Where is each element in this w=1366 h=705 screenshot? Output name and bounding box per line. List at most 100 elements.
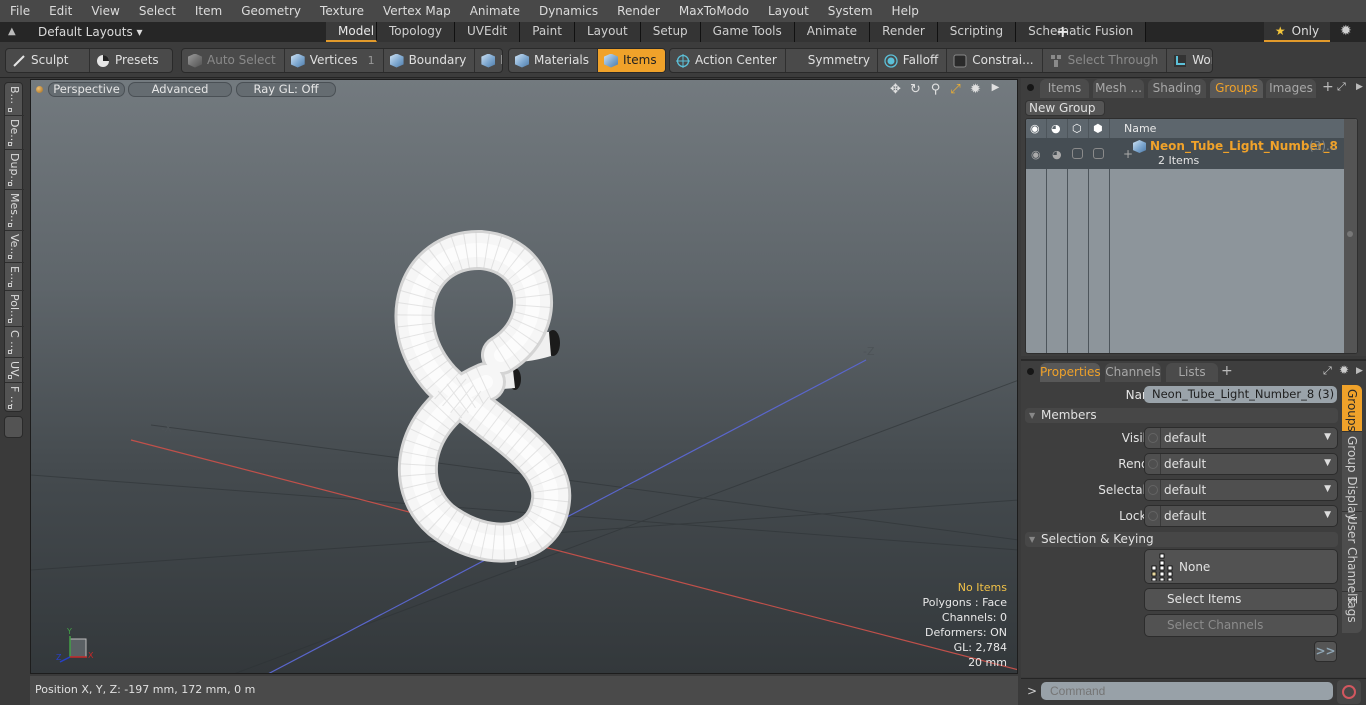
menu-select[interactable]: Select [129,0,185,22]
scroll-handle[interactable] [1347,231,1353,237]
panel-menu-dot[interactable] [1027,368,1034,375]
expand-icon[interactable]: ⤢ [1323,364,1332,378]
boundary-button[interactable]: Boundary [384,49,476,72]
tab-channels[interactable]: Channels [1105,363,1161,382]
tab-properties[interactable]: Properties [1040,363,1101,382]
vertices-button[interactable]: Vertices 1 [285,49,384,72]
select-items-button[interactable]: Select Items [1144,588,1338,611]
layouts-dropdown[interactable]: Default Layouts ▾ [38,24,143,40]
panel-arrow-icon[interactable]: ▶ [1356,366,1363,376]
menu-help[interactable]: Help [882,0,928,22]
visible-dropdown[interactable]: default ▼ [1144,427,1338,449]
menu-maxtomodo[interactable]: MaxToModo [669,0,758,22]
side-tab-user-channels[interactable]: User Channels [1342,512,1362,603]
name-column-header[interactable]: Name [1124,122,1156,135]
group-row[interactable]: ◉ ◕ + Neon_Tube_Light_Number_8 (3)... 2 … [1026,138,1346,169]
eye-icon[interactable]: ◉ [1030,122,1040,135]
solid-cube-icon[interactable]: ⬢ [1093,122,1103,135]
group-name-field[interactable]: Neon_Tube_Light_Number_8 (3) [1144,386,1337,403]
tab-paint[interactable]: Paint [520,22,575,42]
select-channels-button[interactable]: Select Channels [1144,614,1338,637]
action-center-button[interactable]: Action Center [670,49,786,72]
items-button[interactable]: Items 5 [598,49,665,72]
row-select-toggle[interactable] [1093,148,1104,159]
tab-items[interactable]: Items [1040,79,1089,98]
presets-button[interactable]: Presets [90,49,167,72]
expand-row-icon[interactable]: + [1123,147,1133,161]
selection-set-button[interactable]: None [1144,549,1338,584]
side-tab-tags[interactable]: Tags [1342,592,1362,633]
panel-arrow-icon[interactable]: ▶ [1356,82,1363,92]
left-tab-polygon[interactable]: Pol... [5,291,24,327]
menu-dynamics[interactable]: Dynamics [529,0,607,22]
members-section-header[interactable]: Members [1025,408,1338,423]
tab-game-tools[interactable]: Game Tools [700,22,795,42]
expand-icon[interactable]: ⤢ [1337,80,1346,94]
tab-images[interactable]: Images [1266,79,1316,98]
menu-texture[interactable]: Texture [310,0,373,22]
only-toggle[interactable]: ★ Only [1264,22,1330,42]
row-camera-icon[interactable]: ◕ [1052,148,1062,161]
locked-dropdown[interactable]: default ▼ [1144,505,1338,527]
left-tab-basic[interactable]: B... [5,83,24,116]
menu-vertex-map[interactable]: Vertex Map [373,0,460,22]
polygons-button[interactable]: Polygons [475,49,502,72]
collapse-up-icon[interactable]: ▲ [8,26,20,38]
maximize-icon[interactable]: ⤢ [948,82,963,97]
sculpt-button[interactable]: Sculpt [6,49,90,72]
new-group-button[interactable]: New Group [1025,100,1105,116]
tab-layout[interactable]: Layout [574,22,641,42]
tab-render[interactable]: Render [870,22,938,42]
tab-lists[interactable]: Lists [1166,363,1218,382]
menu-edit[interactable]: Edit [39,0,81,22]
left-tab-deform[interactable]: De... [5,116,24,150]
gear-icon[interactable]: ✹ [968,82,983,97]
panel-menu-dot[interactable] [1027,84,1034,91]
tab-schematic-fusion[interactable]: Schematic Fusion [1016,22,1147,42]
menu-animate[interactable]: Animate [460,0,529,22]
tab-shading[interactable]: Shading [1148,79,1206,98]
tab-mesh[interactable]: Mesh ... [1093,79,1144,98]
tab-topology[interactable]: Topology [377,22,455,42]
add-layout-button[interactable]: + [1056,22,1069,42]
menu-view[interactable]: View [81,0,128,22]
more-button[interactable]: >> [1314,641,1337,662]
render-dropdown[interactable]: default ▼ [1144,453,1338,475]
3d-viewport[interactable]: -X -Z Y X Z Perspective Advanced Ray GL:… [30,79,1018,674]
row-eye-icon[interactable]: ◉ [1031,148,1041,161]
shading-mode-button[interactable]: Advanced [128,82,232,97]
workplane-button[interactable]: WorkPlane [1167,49,1212,72]
left-tab-vertex[interactable]: Ve... [5,231,24,263]
add-tab-button[interactable]: + [1221,362,1233,380]
record-macro-button[interactable] [1337,680,1361,704]
camera-icon[interactable]: ◕ [1051,122,1061,135]
view-mode-button[interactable]: Perspective [48,82,125,97]
left-tab-mesh[interactable]: Mes... [5,190,24,231]
add-tab-button[interactable]: + [1322,78,1334,96]
symmetry-button[interactable]: Symmetry [786,49,878,72]
auto-select-button[interactable]: Auto Select [182,49,285,72]
left-tab-fusion[interactable]: F ... [5,383,24,412]
tab-uvedit[interactable]: UVEdit [455,22,521,42]
left-tab-extra[interactable] [4,416,23,438]
selection-keying-section-header[interactable]: Selection & Keying [1025,532,1338,547]
tab-groups[interactable]: Groups [1210,79,1263,98]
side-tab-group-display[interactable]: Group Display [1342,432,1362,521]
menu-layout[interactable]: Layout [758,0,818,22]
viewport-options-dot[interactable] [36,86,43,93]
zoom-icon[interactable]: ⚲ [928,82,943,97]
menu-item[interactable]: Item [185,0,231,22]
gear-icon[interactable]: ✹ [1339,363,1349,377]
gear-icon[interactable]: ✹ [1340,23,1352,39]
raygl-button[interactable]: Ray GL: Off [236,82,336,97]
falloff-button[interactable]: Falloff [878,49,948,72]
tab-scripting[interactable]: Scripting [937,22,1017,42]
tab-setup[interactable]: Setup [640,22,701,42]
group-list-scrollbar[interactable] [1344,119,1357,353]
command-input[interactable] [1041,682,1333,700]
menu-geometry[interactable]: Geometry [231,0,310,22]
select-through-button[interactable]: Select Through [1043,49,1168,72]
selectable-dropdown[interactable]: default ▼ [1144,479,1338,501]
materials-button[interactable]: Materials [509,49,599,72]
wire-cube-icon[interactable]: ⬡ [1072,122,1082,135]
